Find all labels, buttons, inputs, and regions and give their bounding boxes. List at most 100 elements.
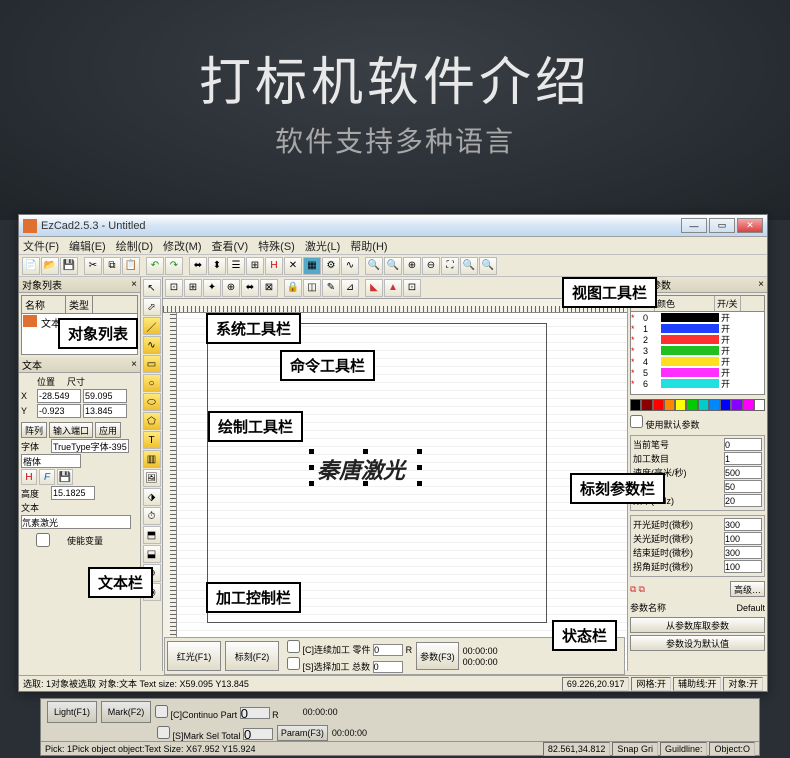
pen-row[interactable]: *4开 [631, 356, 764, 367]
link-icon[interactable]: ⧉ [630, 584, 636, 595]
count-input[interactable] [724, 452, 762, 465]
mark-button-en[interactable]: Mark(F2) [101, 701, 151, 723]
size-h-input[interactable] [83, 404, 127, 418]
tool-icon[interactable]: ⬌ [189, 257, 207, 275]
marksel-checkbox-en[interactable] [157, 726, 170, 739]
cmd-icon[interactable]: ✎ [322, 279, 340, 297]
menu-file[interactable]: 文件(F) [23, 238, 59, 254]
zoom-out-icon[interactable]: ⊖ [422, 257, 440, 275]
ioport-button[interactable]: 输入端口 [49, 422, 93, 438]
tool-icon[interactable]: ∿ [341, 257, 359, 275]
zoom-icon[interactable]: 🔍 [365, 257, 383, 275]
zoom-icon[interactable]: 🔍 [460, 257, 478, 275]
tool-icon[interactable]: ✕ [284, 257, 302, 275]
continuous-checkbox[interactable] [287, 640, 300, 653]
text-icon[interactable]: T [143, 431, 161, 449]
tool-icon[interactable]: ⊞ [246, 257, 264, 275]
link-icon[interactable]: ⧉ [638, 584, 644, 595]
cur-pen-input[interactable] [724, 438, 762, 451]
apply-button[interactable]: 应用 [95, 422, 121, 438]
pen-row[interactable]: *5开 [631, 367, 764, 378]
cmd-icon[interactable]: ⬌ [241, 279, 259, 297]
pen-row[interactable]: *6开 [631, 378, 764, 389]
text-content-input[interactable] [21, 515, 131, 529]
panel-close-icon[interactable]: × [131, 279, 137, 290]
undo-icon[interactable]: ↶ [146, 257, 164, 275]
cmd-icon[interactable]: ▲ [384, 279, 402, 297]
copy-icon[interactable]: ⧉ [103, 257, 121, 275]
hatch-icon[interactable]: H [21, 469, 37, 485]
tool-icon[interactable]: ⚙ [322, 257, 340, 275]
menu-help[interactable]: 帮助(H) [350, 238, 387, 254]
menu-view[interactable]: 查看(V) [212, 238, 249, 254]
save-icon[interactable]: 💾 [57, 469, 73, 485]
total-input[interactable] [373, 661, 403, 673]
tool-icon[interactable]: ☰ [227, 257, 245, 275]
cmd-icon[interactable]: ◫ [303, 279, 321, 297]
freq-input[interactable] [724, 494, 762, 507]
pen-row[interactable]: *1开 [631, 323, 764, 334]
size-w-input[interactable] [83, 389, 127, 403]
status-guide[interactable]: 辅助线:开 [673, 677, 722, 691]
polygon-icon[interactable]: ⬠ [143, 412, 161, 430]
param-button[interactable]: 参数(F3) [416, 642, 459, 670]
input-icon[interactable]: ⬒ [143, 526, 161, 544]
select-icon[interactable]: ↖ [143, 279, 161, 297]
cmd-icon[interactable]: ✦ [203, 279, 221, 297]
continuous-checkbox-en[interactable] [155, 705, 168, 718]
redo-icon[interactable]: ↷ [165, 257, 183, 275]
vector-icon[interactable]: ⬗ [143, 488, 161, 506]
rect-icon[interactable]: ▭ [143, 355, 161, 373]
menu-modify[interactable]: 修改(M) [163, 238, 202, 254]
panel-close-icon[interactable]: × [758, 279, 764, 290]
hatch-icon[interactable]: H [265, 257, 283, 275]
mark-button[interactable]: 标刻(F2) [225, 641, 279, 671]
array-button[interactable]: 阵列 [21, 422, 47, 438]
tool-icon[interactable]: ▦ [303, 257, 321, 275]
set-default-button[interactable]: 参数设为默认值 [630, 635, 765, 651]
curve-icon[interactable]: ∿ [143, 336, 161, 354]
timer-icon[interactable]: ⏱ [143, 507, 161, 525]
open-icon[interactable]: 📂 [41, 257, 59, 275]
from-lib-button[interactable]: 从参数库取参数 [630, 617, 765, 633]
lock-icon[interactable]: 🔒 [284, 279, 302, 297]
cmd-icon[interactable]: ⊠ [260, 279, 278, 297]
param-button-en[interactable]: Param(F3) [277, 725, 328, 741]
pen-table[interactable]: 笔号颜色开/关 *0开*1开*2开*3开*4开*5开*6开 [630, 295, 765, 395]
font-style-icon[interactable]: F [39, 469, 55, 485]
font-face-select[interactable] [21, 454, 81, 468]
menu-special[interactable]: 特殊(S) [258, 238, 295, 254]
cmd-icon[interactable]: ⊡ [165, 279, 183, 297]
on-delay-input[interactable] [724, 518, 762, 531]
new-icon[interactable]: 📄 [22, 257, 40, 275]
zoom-icon[interactable]: 🔍 [384, 257, 402, 275]
status-obj[interactable]: 对象:开 [723, 677, 763, 691]
cmd-icon[interactable]: ⊞ [184, 279, 202, 297]
output-icon[interactable]: ⬓ [143, 545, 161, 563]
light-button-en[interactable]: Light(F1) [47, 701, 97, 723]
close-button[interactable]: ✕ [737, 218, 763, 233]
canvas[interactable]: 秦唐激光 [177, 313, 627, 671]
menu-edit[interactable]: 编辑(E) [69, 238, 106, 254]
line-icon[interactable]: ／ [143, 317, 161, 335]
height-input[interactable] [51, 486, 95, 500]
cmd-icon[interactable]: ⊡ [403, 279, 421, 297]
paste-icon[interactable]: 📋 [122, 257, 140, 275]
zoom-in-icon[interactable]: ⊕ [403, 257, 421, 275]
tool-icon[interactable]: ⬍ [208, 257, 226, 275]
zoom-fit-icon[interactable]: ⛶ [441, 257, 459, 275]
advanced-button[interactable]: 高级… [730, 581, 765, 597]
canvas-text-object[interactable]: 秦唐激光 [317, 453, 405, 485]
pos-x-input[interactable] [37, 389, 81, 403]
cut-icon[interactable]: ✂ [84, 257, 102, 275]
cmd-icon[interactable]: ⊿ [341, 279, 359, 297]
speed-input[interactable] [724, 466, 762, 479]
menu-laser[interactable]: 激光(L) [305, 238, 340, 254]
light-button[interactable]: 红光(F1) [167, 641, 221, 671]
pen-row[interactable]: *3开 [631, 345, 764, 356]
marksel-checkbox[interactable] [287, 657, 300, 670]
cmd-icon[interactable]: ⊕ [222, 279, 240, 297]
font-select[interactable] [51, 439, 129, 453]
part-input-en[interactable] [240, 707, 270, 719]
color-strip[interactable] [630, 399, 765, 411]
